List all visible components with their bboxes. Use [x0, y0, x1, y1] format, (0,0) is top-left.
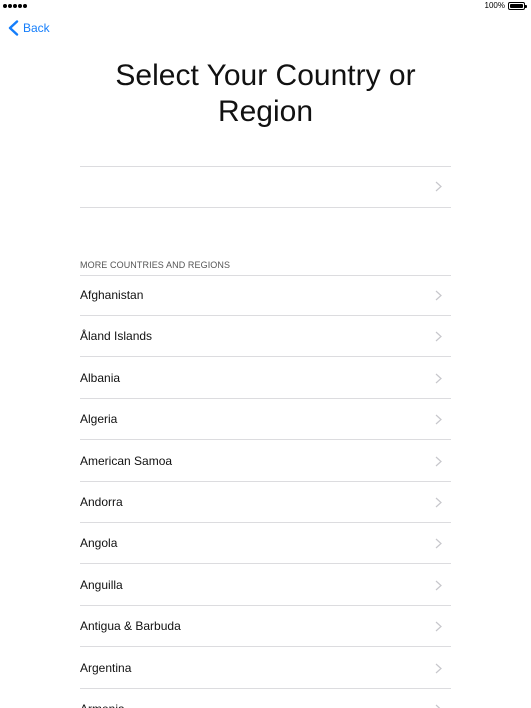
country-row[interactable]: Albania: [80, 358, 451, 399]
country-row[interactable]: Angola: [80, 523, 451, 565]
country-name: Algeria: [80, 412, 118, 427]
chevron-right-icon: [435, 580, 442, 591]
battery-indicator: 100%: [484, 1, 527, 10]
country-row[interactable]: Anguilla: [80, 565, 451, 606]
country-row[interactable]: Åland Islands: [80, 316, 451, 358]
divider: [80, 207, 451, 208]
battery-icon: [508, 1, 527, 10]
chevron-right-icon: [435, 538, 442, 549]
country-name: Anguilla: [80, 577, 123, 592]
chevron-right-icon: [435, 181, 442, 192]
country-name: American Samoa: [80, 453, 173, 468]
country-row[interactable]: Algeria: [80, 399, 451, 441]
country-name: Antigua & Barbuda: [80, 619, 181, 634]
back-label: Back: [23, 21, 50, 35]
country-name: Armenia: [80, 702, 125, 708]
country-row[interactable]: Andorra: [80, 482, 451, 523]
country-row[interactable]: Afghanistan: [80, 275, 451, 316]
country-name: Andorra: [80, 495, 123, 509]
section-header: MORE COUNTRIES AND REGIONS: [80, 260, 231, 270]
country-row[interactable]: Armenia: [80, 689, 451, 708]
chevron-right-icon: [435, 497, 442, 508]
country-row[interactable]: American Samoa: [80, 441, 451, 482]
country-name: Albania: [80, 370, 121, 385]
country-name: Argentina: [80, 660, 132, 675]
country-name: Angola: [80, 536, 118, 551]
chevron-right-icon: [435, 331, 442, 342]
status-bar: 100%: [0, 0, 531, 12]
chevron-right-icon: [435, 704, 441, 708]
chevron-right-icon: [435, 456, 442, 467]
chevron-right-icon: [435, 290, 442, 301]
chevron-right-icon: [435, 414, 442, 425]
country-row[interactable]: Argentina: [80, 648, 451, 689]
signal-strength-icon: [3, 4, 27, 8]
back-button[interactable]: Back: [7, 20, 50, 36]
chevron-left-icon: [8, 20, 19, 36]
page-title: Select Your Country or Region: [115, 59, 416, 128]
chevron-right-icon: [435, 373, 442, 384]
country-name: Afghanistan: [80, 288, 144, 302]
country-row[interactable]: Antigua & Barbuda: [80, 606, 451, 648]
chevron-right-icon: [435, 621, 442, 632]
chevron-right-icon: [435, 663, 442, 674]
battery-percentage: 100%: [484, 1, 505, 10]
country-name: Åland Islands: [80, 329, 153, 344]
suggested-region-row[interactable]: [80, 167, 451, 207]
